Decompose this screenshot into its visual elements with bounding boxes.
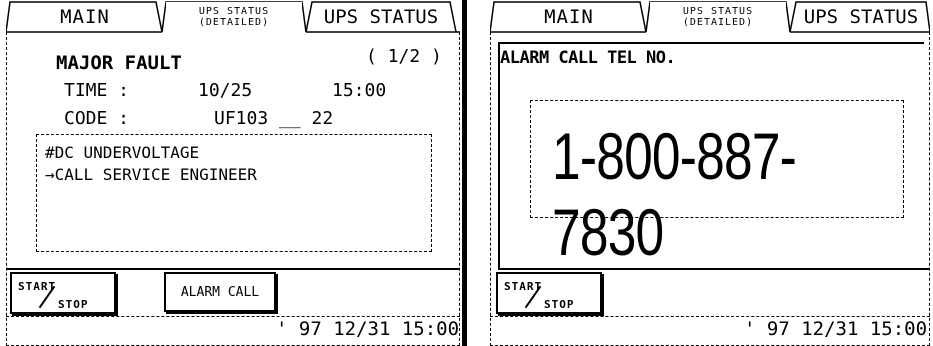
alarm-call-heading: ALARM CALL TEL NO. xyxy=(500,48,676,68)
stop-label: STOP xyxy=(544,298,575,311)
code-label: CODE : xyxy=(64,108,130,129)
tab-main-label: MAIN xyxy=(60,6,110,28)
phone-number: 1-800-887-7830 xyxy=(552,119,797,269)
tab-status-label: UPS STATUS xyxy=(323,6,439,28)
tab-ups-status-detailed[interactable]: UPS STATUS (DETAILED) xyxy=(166,2,302,32)
tab-status-label: UPS STATUS xyxy=(803,6,919,28)
alarm-call-button[interactable]: ALARM CALL xyxy=(164,272,276,312)
alarm-call-label: ALARM CALL xyxy=(180,284,260,300)
footer-divider xyxy=(490,316,930,317)
tab-main-label: MAIN xyxy=(544,6,594,28)
screen-separator xyxy=(462,0,467,346)
fault-title: MAJOR FAULT xyxy=(56,52,182,74)
fault-screen: MAIN UPS STATUS (DETAILED) UPS STATUS MA… xyxy=(6,0,460,346)
tab-main[interactable]: MAIN xyxy=(12,2,158,32)
tab-main[interactable]: MAIN xyxy=(496,2,642,32)
time-clock: 15:00 xyxy=(332,80,387,101)
tab-bar: MAIN UPS STATUS (DETAILED) UPS STATUS xyxy=(490,0,930,34)
start-stop-button[interactable]: START STOP xyxy=(496,272,602,314)
tab-detail-label-bottom: (DETAILED) xyxy=(682,17,754,28)
tab-detail-label-top: UPS STATUS xyxy=(198,6,270,17)
tab-detail-label-bottom: (DETAILED) xyxy=(198,17,270,28)
page-indicator: ( 1/2 ) xyxy=(366,46,442,67)
time-date: 10/25 xyxy=(198,80,253,101)
status-clock: ' 97 12/31 15:00 xyxy=(744,318,928,340)
tab-ups-status[interactable]: UPS STATUS xyxy=(310,2,452,32)
start-stop-button[interactable]: START STOP xyxy=(10,272,116,314)
button-area-divider xyxy=(6,268,460,270)
button-area-divider xyxy=(498,268,930,270)
footer-divider xyxy=(6,316,460,317)
message-line: #DC UNDERVOLTAGE xyxy=(45,143,200,162)
tab-ups-status[interactable]: UPS STATUS xyxy=(794,2,928,32)
tab-detail-label-top: UPS STATUS xyxy=(682,6,754,17)
message-line: →CALL SERVICE ENGINEER xyxy=(45,165,257,184)
code-value: UF103 __ 22 xyxy=(214,108,334,129)
fault-message-box: #DC UNDERVOLTAGE →CALL SERVICE ENGINEER xyxy=(36,134,432,252)
tab-bar: MAIN UPS STATUS (DETAILED) UPS STATUS xyxy=(6,0,460,34)
tab-ups-status-detailed[interactable]: UPS STATUS (DETAILED) xyxy=(650,2,786,32)
time-label: TIME : xyxy=(64,80,130,101)
stop-label: STOP xyxy=(58,298,89,311)
content-border-left xyxy=(498,42,500,268)
alarm-call-screen: MAIN UPS STATUS (DETAILED) UPS STATUS AL… xyxy=(490,0,930,346)
status-clock: ' 97 12/31 15:00 xyxy=(276,318,460,340)
content-border-top xyxy=(498,42,924,44)
